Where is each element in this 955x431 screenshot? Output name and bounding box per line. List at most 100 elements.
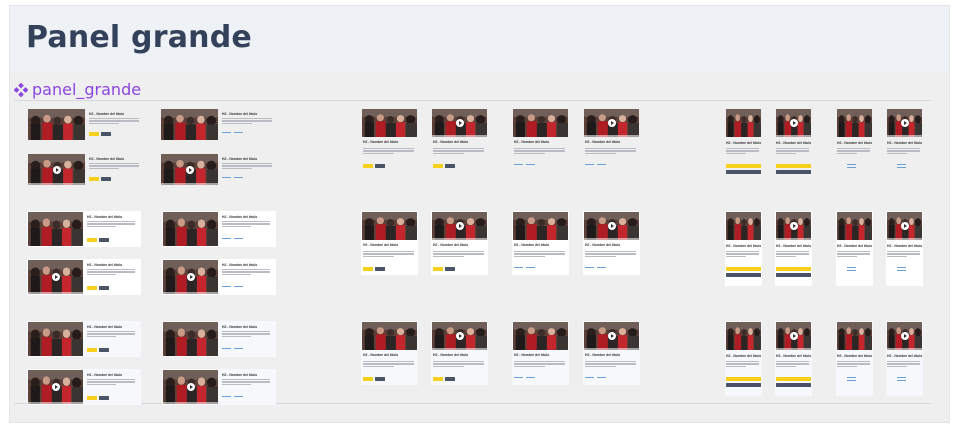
primary-button[interactable]	[87, 396, 97, 400]
card-link[interactable]	[222, 348, 231, 350]
card-link[interactable]	[234, 348, 243, 350]
panel-card[interactable]: H2 - Nombre del título	[361, 211, 418, 275]
panel-card[interactable]: H2 - Nombre del título	[886, 211, 923, 286]
secondary-button[interactable]	[375, 267, 385, 271]
secondary-button[interactable]	[99, 348, 109, 352]
panel-card[interactable]: H2 - Nombre del título	[512, 211, 569, 275]
panel-card[interactable]: H2 - Nombre del título	[162, 369, 276, 405]
panel-card[interactable]: H2 - Nombre del título	[160, 108, 278, 141]
secondary-button[interactable]	[776, 383, 811, 387]
play-icon[interactable]	[900, 332, 909, 340]
play-icon[interactable]	[52, 165, 61, 174]
panel-card[interactable]: H2 - Nombre del título	[361, 108, 418, 172]
panel-card[interactable]: H2 - Nombre del título	[27, 321, 141, 357]
secondary-button[interactable]	[776, 273, 811, 277]
panel-card[interactable]: H2 - Nombre del título	[160, 153, 278, 186]
card-link[interactable]	[897, 167, 906, 169]
secondary-button[interactable]	[99, 396, 109, 400]
card-link[interactable]	[585, 164, 594, 166]
primary-button[interactable]	[433, 377, 443, 381]
card-link[interactable]	[585, 267, 594, 269]
primary-button[interactable]	[87, 348, 97, 352]
primary-button[interactable]	[87, 238, 97, 242]
panel-card[interactable]: H2 - Nombre del título	[27, 153, 145, 186]
card-link[interactable]	[847, 377, 856, 379]
card-link[interactable]	[234, 238, 243, 240]
panel-card[interactable]: H2 - Nombre del título	[512, 108, 569, 172]
panel-card[interactable]: H2 - Nombre del título	[836, 321, 873, 396]
panel-card[interactable]: H2 - Nombre del título	[836, 211, 873, 286]
panel-card[interactable]: H2 - Nombre del título	[27, 369, 141, 405]
secondary-button[interactable]	[101, 177, 111, 181]
panel-card[interactable]: H2 - Nombre del título	[27, 211, 141, 247]
play-icon[interactable]	[186, 273, 195, 281]
panel-card[interactable]: H2 - Nombre del título	[162, 321, 276, 357]
play-icon[interactable]	[789, 119, 798, 127]
card-link[interactable]	[514, 164, 523, 166]
card-link[interactable]	[897, 377, 906, 379]
panel-card[interactable]: H2 - Nombre del título	[886, 108, 923, 183]
panel-card[interactable]: H2 - Nombre del título	[162, 211, 276, 247]
panel-card[interactable]: H2 - Nombre del título	[775, 211, 812, 286]
component-label[interactable]: panel_grande	[14, 80, 141, 99]
play-icon[interactable]	[607, 222, 616, 230]
card-link[interactable]	[897, 164, 906, 166]
secondary-button[interactable]	[445, 267, 455, 271]
play-icon[interactable]	[900, 119, 909, 127]
primary-button[interactable]	[776, 164, 811, 168]
primary-button[interactable]	[89, 132, 99, 136]
card-link[interactable]	[897, 270, 906, 272]
secondary-button[interactable]	[375, 164, 385, 168]
primary-button[interactable]	[363, 267, 373, 271]
panel-card[interactable]: H2 - Nombre del título	[27, 108, 145, 141]
secondary-button[interactable]	[99, 286, 109, 290]
panel-card[interactable]: H2 - Nombre del título	[775, 108, 812, 183]
play-icon[interactable]	[789, 222, 798, 230]
secondary-button[interactable]	[726, 273, 761, 277]
play-icon[interactable]	[185, 165, 194, 174]
card-link[interactable]	[526, 164, 535, 166]
card-link[interactable]	[234, 177, 243, 179]
play-icon[interactable]	[455, 332, 464, 340]
card-link[interactable]	[597, 267, 606, 269]
primary-button[interactable]	[363, 377, 373, 381]
panel-card[interactable]: H2 - Nombre del título	[725, 108, 762, 183]
panel-card[interactable]: H2 - Nombre del título	[836, 108, 873, 183]
primary-button[interactable]	[726, 267, 761, 271]
card-link[interactable]	[526, 377, 535, 379]
panel-card[interactable]: H2 - Nombre del título	[583, 108, 640, 172]
card-link[interactable]	[847, 164, 856, 166]
panel-card[interactable]: H2 - Nombre del título	[162, 259, 276, 295]
panel-card[interactable]: H2 - Nombre del título	[583, 321, 640, 385]
panel-card[interactable]: H2 - Nombre del título	[725, 321, 762, 396]
card-link[interactable]	[234, 286, 243, 288]
primary-button[interactable]	[726, 377, 761, 381]
play-icon[interactable]	[900, 222, 909, 230]
primary-button[interactable]	[433, 267, 443, 271]
panel-card[interactable]: H2 - Nombre del título	[431, 211, 488, 275]
panel-card[interactable]: H2 - Nombre del título	[886, 321, 923, 396]
card-link[interactable]	[597, 377, 606, 379]
play-icon[interactable]	[186, 383, 195, 391]
secondary-button[interactable]	[99, 238, 109, 242]
primary-button[interactable]	[87, 286, 97, 290]
secondary-button[interactable]	[375, 377, 385, 381]
primary-button[interactable]	[776, 377, 811, 381]
card-link[interactable]	[597, 164, 606, 166]
card-link[interactable]	[514, 267, 523, 269]
secondary-button[interactable]	[726, 383, 761, 387]
play-icon[interactable]	[789, 332, 798, 340]
primary-button[interactable]	[363, 164, 373, 168]
card-link[interactable]	[847, 267, 856, 269]
panel-card[interactable]: H2 - Nombre del título	[431, 321, 488, 385]
card-link[interactable]	[585, 377, 594, 379]
play-icon[interactable]	[455, 222, 464, 230]
primary-button[interactable]	[433, 164, 443, 168]
panel-card[interactable]: H2 - Nombre del título	[583, 211, 640, 275]
card-link[interactable]	[526, 267, 535, 269]
secondary-button[interactable]	[726, 170, 761, 174]
primary-button[interactable]	[726, 164, 761, 168]
play-icon[interactable]	[607, 332, 616, 340]
card-link[interactable]	[847, 380, 856, 382]
primary-button[interactable]	[776, 267, 811, 271]
